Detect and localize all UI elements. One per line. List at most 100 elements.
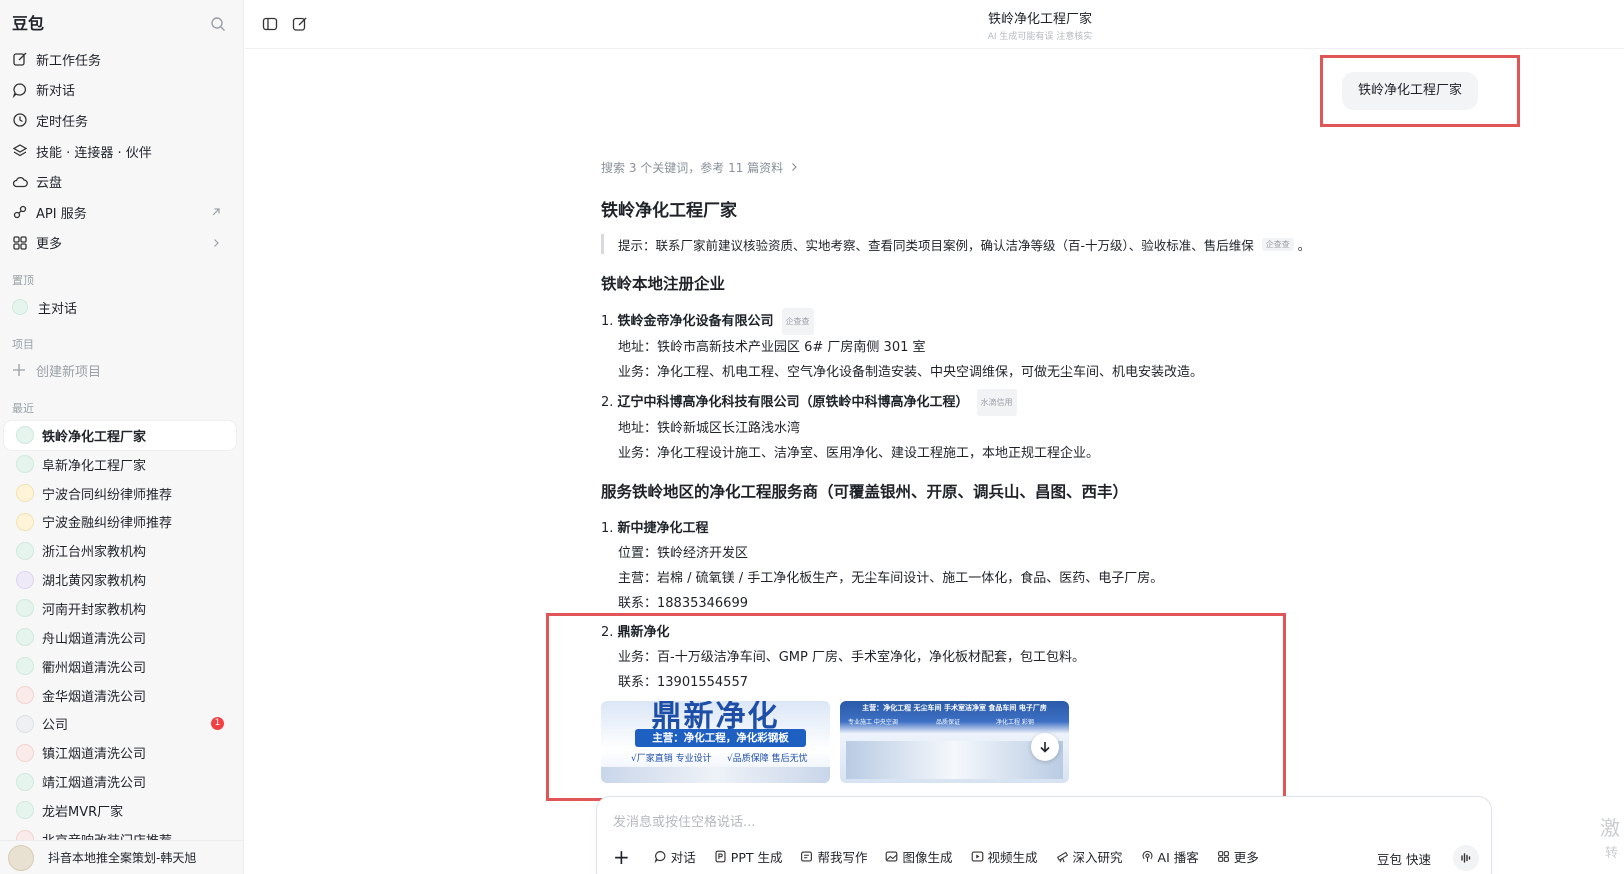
tool-write-button[interactable]: 帮我写作 [800,847,867,866]
sidebar-footer-account[interactable]: 抖音本地推全案策划-韩天旭 [0,840,243,874]
tool-more-button[interactable]: 更多 [1217,847,1259,866]
sound-wave-icon [1461,853,1471,863]
composer-toolbar: + 对话 PPT 生成 帮我写作 图像生成 视频生成 深入研究 AI 播客 更多 [613,847,1277,867]
recent-chat-label: 河南开封家教机构 [42,602,147,618]
chat-bubble-icon [12,83,26,98]
answer-title: 铁岭净化工程厂家 [601,201,737,221]
write-icon [801,851,813,862]
recent-chat-label: 镇江烟道清洗公司 [42,747,147,763]
chat-bubble-icon [654,851,666,863]
cloud-icon [12,176,28,187]
recent-chat-item[interactable]: 龙岩MVR厂家 [4,796,236,825]
composer-right-tools: 豆包 快速 [1377,845,1479,871]
menu-item-label: 更多 [36,237,63,253]
list-number: 2. [601,395,614,410]
recent-chat-item[interactable]: 公司 1 [4,709,236,738]
voice-input-button[interactable] [1453,845,1479,871]
recent-chat-item[interactable]: 靖江烟道清洗公司 [4,767,236,796]
menu-item-api-service[interactable]: API 服务 [0,197,243,228]
tool-label: 更多 [1233,850,1259,865]
recent-chat-label: 阜新净化工程厂家 [42,458,147,474]
chat-avatar-icon [16,743,34,762]
ppt-icon [715,850,726,863]
page-title: 铁岭净化工程厂家 [987,12,1092,27]
recent-chat-item[interactable]: 金华烟道清洗公司 [4,681,236,710]
menu-item-label: 技能 · 连接器 · 伙伴 [36,145,152,161]
company-business: 主营：岩棉 / 硫氧镁 / 手工净化板生产，无尘车间设计、施工一体化，食品、医药… [618,571,1164,586]
chat-avatar-icon [16,801,34,820]
recent-chat-item[interactable]: 宁波合同纠纷律师推荐 [4,479,236,508]
recent-chat-label: 湖北黄冈家教机构 [42,574,147,590]
company-address: 地址：铁岭新城区长江路浅水湾 [618,421,801,436]
search-icon[interactable] [210,16,226,32]
new-chat-edit-icon[interactable] [292,16,308,32]
menu-item-label: 定时任务 [36,114,89,130]
menu-item-new-chat[interactable]: 新对话 [0,75,243,106]
tip-period: 。 [1297,237,1311,253]
sidebar-header: 豆包 [12,12,232,36]
tool-podcast-button[interactable]: AI 播客 [1141,847,1199,866]
menu-item-cloud-drive[interactable]: 云盘 [0,166,243,197]
tool-label: 帮我写作 [817,850,868,865]
tool-research-button[interactable]: 深入研究 [1056,847,1123,866]
menu-item-skills[interactable]: 技能 · 连接器 · 伙伴 [0,136,243,167]
tool-image-button[interactable]: 图像生成 [885,847,953,866]
list-number: 1. [601,314,614,329]
watermark-text: 转 [1604,846,1618,861]
menu-item-label: 新对话 [36,84,76,100]
sidebar: 豆包 新工作任务 新对话 定时任务 技能 · 连接器 · 伙伴 云盘 API 服… [0,0,244,874]
recent-chat-item[interactable]: 铁岭净化工程厂家 [4,421,236,450]
grid-icon [13,236,27,250]
recent-chat-item[interactable]: 阜新净化工程厂家 [4,450,236,479]
sidebar-toggle-icon[interactable] [262,16,278,32]
tool-label: 深入研究 [1072,850,1123,865]
image-icon [886,851,898,862]
recent-chat-item[interactable]: 镇江烟道清洗公司 [4,738,236,767]
telescope-icon [1056,851,1068,863]
chat-avatar-icon [16,570,34,589]
recent-chat-item[interactable]: 浙江台州家教机构 [4,536,236,565]
menu-item-label: API 服务 [36,206,87,222]
recent-chat-item[interactable]: 河南开封家教机构 [4,594,236,623]
citation-chip[interactable]: 企查查 [781,308,814,335]
recent-chat-item[interactable]: 宁波金融纠纷律师推荐 [4,508,236,537]
chat-avatar-icon [16,657,34,676]
recent-chat-item[interactable]: 舟山烟道清洗公司 [4,623,236,652]
tool-chat-button[interactable]: 对话 [654,847,696,866]
recent-chat-label: 浙江台州家教机构 [42,545,147,561]
recent-chat-label: 公司 [42,718,69,734]
tool-label: PPT 生成 [730,850,783,865]
section-heading-providers: 服务铁岭地区的净化工程服务商（可覆盖银州、开原、调兵山、昌图、西丰） [601,483,1129,501]
recent-chat-list: 铁岭净化工程厂家 阜新净化工程厂家 宁波合同纠纷律师推荐 宁波金融纠纷律师推荐 … [0,421,243,854]
recent-chat-label: 舟山烟道清洗公司 [42,631,147,647]
recent-chat-label: 衢州烟道清洗公司 [42,660,147,676]
search-meta-link[interactable]: 搜索 3 个关键词，参考 11 篇资料 [601,158,1421,176]
project-section-label: 项目 [12,338,34,351]
clock-icon [13,113,27,128]
citation-chip[interactable]: 企查查 [1261,237,1294,251]
tool-ppt-button[interactable]: PPT 生成 [714,847,783,866]
highlight-box-answer [546,613,1286,801]
add-attachment-button[interactable]: + [613,847,630,867]
recent-chat-label: 铁岭净化工程厂家 [42,429,147,445]
citation-chip[interactable]: 水滴信用 [976,389,1017,416]
tool-label: 图像生成 [902,850,953,865]
message-input[interactable] [613,815,1213,830]
recent-chat-label: 宁波合同纠纷律师推荐 [42,487,173,503]
menu-item-scheduled-task[interactable]: 定时任务 [0,105,243,136]
menu-item-new-task[interactable]: 新工作任务 [0,44,243,75]
chat-avatar-icon [16,772,34,791]
video-icon [971,851,983,862]
company-list-item: 2. 辽宁中科博高净化科技有限公司（原铁岭中科博高净化工程） 水滴信用 地址：铁岭… [601,389,1421,466]
pinned-main-chat[interactable]: 主对话 [12,296,77,318]
layers-icon [12,144,28,157]
recent-chat-item[interactable]: 湖北黄冈家教机构 [4,565,236,594]
unread-badge: 1 [211,717,224,731]
chat-avatar-icon [16,714,34,733]
create-project-button[interactable]: 创建新项目 [12,359,101,381]
recent-chat-item[interactable]: 衢州烟道清洗公司 [4,652,236,681]
model-mode-selector[interactable]: 豆包 快速 [1377,849,1431,868]
tool-video-button[interactable]: 视频生成 [971,847,1038,866]
menu-item-more[interactable]: 更多 [0,228,243,259]
company-list-item: 1. 新中捷净化工程 位置：铁岭经济开发区 主营：岩棉 / 硫氧镁 / 手工净化… [601,516,1421,616]
